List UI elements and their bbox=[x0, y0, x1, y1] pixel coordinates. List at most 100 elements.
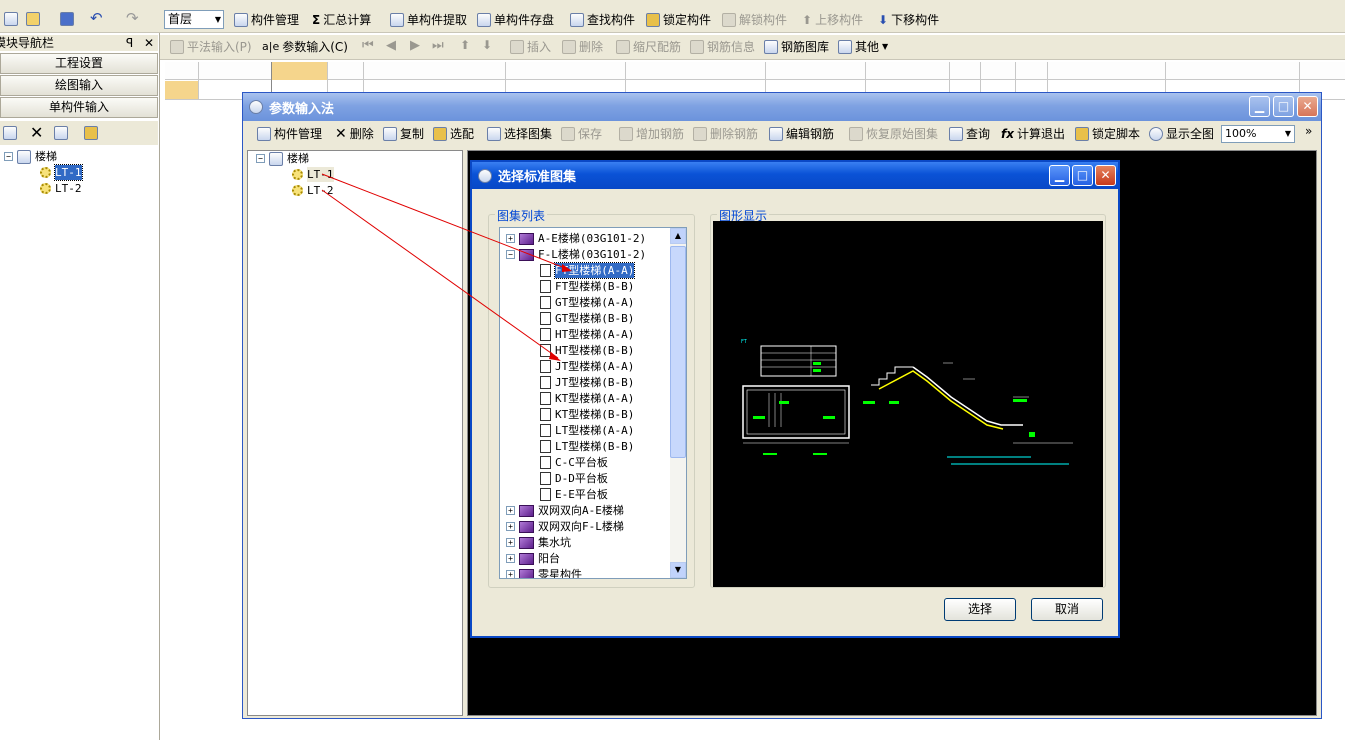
atlas-doc-item[interactable]: KT型楼梯(A-A) bbox=[540, 391, 634, 406]
new-file-icon[interactable] bbox=[4, 12, 18, 26]
close-button[interactable]: ✕ bbox=[1297, 96, 1318, 117]
expand-icon[interactable]: + bbox=[506, 570, 515, 578]
pw-component-mgmt-button[interactable]: 构件管理 bbox=[257, 125, 322, 143]
atlas-folder-item[interactable]: + 双网双向F-L楼梯 bbox=[506, 519, 624, 534]
pw-pick-button[interactable]: 选配 bbox=[433, 125, 474, 143]
pw-tree-root[interactable]: − 楼梯 bbox=[256, 151, 309, 166]
param-window-titlebar[interactable]: 参数输入法 bbox=[243, 93, 1321, 121]
atlas-doc-item[interactable]: FT型楼梯(A-A) bbox=[540, 262, 636, 279]
atlas-doc-item[interactable]: HT型楼梯(A-A) bbox=[540, 327, 634, 342]
plan-input-button[interactable]: 平法输入(P) bbox=[170, 38, 252, 56]
project-settings-button[interactable]: 工程设置 bbox=[0, 53, 158, 74]
expand-icon[interactable]: + bbox=[506, 554, 515, 563]
open-folder-icon[interactable] bbox=[26, 12, 40, 26]
pw-delete-button[interactable]: ✕ 删除 bbox=[335, 125, 374, 143]
rebar-lib-button[interactable]: 钢筋图库 bbox=[764, 38, 829, 56]
nav-delete-icon[interactable]: ✕ bbox=[30, 123, 43, 142]
atlas-doc-item[interactable]: LT型楼梯(A-A) bbox=[540, 423, 634, 438]
other-menu-button[interactable]: 其他 ▼ bbox=[838, 38, 888, 56]
first-record-icon[interactable]: ⏮ bbox=[362, 38, 374, 53]
pw-copy-button[interactable]: 复制 bbox=[383, 125, 424, 143]
atlas-doc-item[interactable]: GT型楼梯(A-A) bbox=[540, 295, 634, 310]
atlas-tree[interactable]: + A-E楼梯(03G101-2) − F-L楼梯(03G101-2) FT型楼梯(A-… bbox=[499, 227, 687, 579]
drawing-input-button[interactable]: 绘图输入 bbox=[0, 75, 158, 96]
pw-edit-rebar-button[interactable]: 编辑钢筋 bbox=[769, 125, 834, 143]
move-down-button[interactable]: ⬇ 下移构件 bbox=[878, 11, 939, 29]
atlas-folder-item[interactable]: + 双网双向A-E楼梯 bbox=[506, 503, 624, 518]
scroll-down-icon[interactable]: ▼ bbox=[670, 562, 686, 578]
up-icon[interactable]: ⬆ bbox=[460, 38, 470, 52]
unlock-component-button[interactable]: 解锁构件 bbox=[722, 11, 787, 29]
rebar-info-button[interactable]: 钢筋信息 bbox=[690, 38, 755, 56]
undo-icon[interactable]: ↶ bbox=[90, 9, 103, 27]
atlas-doc-item[interactable]: JT型楼梯(B-B) bbox=[540, 375, 634, 390]
atlas-doc-item[interactable]: FT型楼梯(B-B) bbox=[540, 279, 634, 294]
dialog-close-button[interactable]: ✕ bbox=[1095, 165, 1116, 186]
atlas-doc-item[interactable]: GT型楼梯(B-B) bbox=[540, 311, 634, 326]
cancel-button[interactable]: 取消 bbox=[1031, 598, 1103, 621]
atlas-folder-item[interactable]: + 集水坑 bbox=[506, 535, 571, 550]
pw-lock-script-button[interactable]: 锁定脚本 bbox=[1075, 125, 1140, 143]
pw-calc-exit-button[interactable]: fx 计算退出 bbox=[1001, 125, 1065, 143]
nav-tree-root[interactable]: − 楼梯 bbox=[4, 149, 57, 164]
atlas-folder-item[interactable]: + 阳台 bbox=[506, 551, 560, 566]
pw-tree-item[interactable]: LT-2 bbox=[292, 183, 334, 198]
next-record-icon[interactable]: ▶ bbox=[410, 38, 420, 53]
component-mgmt-button[interactable]: 构件管理 bbox=[234, 11, 299, 29]
lock-component-button[interactable]: 锁定构件 bbox=[646, 11, 711, 29]
pw-del-rebar-button[interactable]: 删除钢筋 bbox=[693, 125, 758, 143]
atlas-folder-item[interactable]: + 零星构件 bbox=[506, 567, 582, 578]
move-up-button[interactable]: ⬆ 上移构件 bbox=[802, 11, 863, 29]
zoom-select[interactable]: 100% ▼ bbox=[1221, 125, 1295, 143]
pw-query-button[interactable]: 查询 bbox=[949, 125, 990, 143]
pw-restore-button[interactable]: 恢复原始图集 bbox=[849, 125, 938, 143]
nav-tree-item[interactable]: LT-1 bbox=[40, 164, 83, 181]
nav-paste-icon[interactable] bbox=[84, 126, 98, 140]
down-icon[interactable]: ⬇ bbox=[482, 38, 492, 52]
dialog-titlebar[interactable]: 选择标准图集 bbox=[472, 162, 1118, 189]
find-component-button[interactable]: 查找构件 bbox=[570, 11, 635, 29]
sum-calc-button[interactable]: Σ 汇总计算 bbox=[312, 11, 371, 29]
atlas-doc-item[interactable]: E-E平台板 bbox=[540, 487, 608, 502]
nav-copy-icon[interactable] bbox=[54, 126, 68, 140]
atlas-doc-item[interactable]: C-C平台板 bbox=[540, 455, 608, 470]
nav-close-icon[interactable]: ✕ bbox=[144, 35, 154, 51]
atlas-doc-item[interactable]: JT型楼梯(A-A) bbox=[540, 359, 634, 374]
expand-icon[interactable]: + bbox=[506, 234, 515, 243]
last-record-icon[interactable]: ⏭ bbox=[432, 38, 444, 53]
prev-record-icon[interactable]: ◀ bbox=[386, 38, 396, 53]
minimize-button[interactable]: ▁ bbox=[1249, 96, 1270, 117]
maximize-button[interactable]: □ bbox=[1273, 96, 1294, 117]
insert-button[interactable]: 插入 bbox=[510, 38, 551, 56]
dialog-minimize-button[interactable]: ▁ bbox=[1049, 165, 1070, 186]
nav-manage-icon[interactable] bbox=[3, 126, 17, 140]
pw-save-button[interactable]: 保存 bbox=[561, 125, 602, 143]
pw-tree-item[interactable]: LT-1 bbox=[292, 167, 334, 182]
atlas-folder-item[interactable]: + A-E楼梯(03G101-2) bbox=[506, 231, 646, 246]
collapse-icon[interactable]: − bbox=[4, 152, 13, 161]
expand-icon[interactable]: + bbox=[506, 522, 515, 531]
pw-add-rebar-button[interactable]: 增加钢筋 bbox=[619, 125, 684, 143]
atlas-doc-item[interactable]: KT型楼梯(B-B) bbox=[540, 407, 634, 422]
scroll-up-icon[interactable]: ▲ bbox=[670, 228, 686, 244]
select-button[interactable]: 选择 bbox=[944, 598, 1016, 621]
atlas-doc-item[interactable]: LT型楼梯(B-B) bbox=[540, 439, 634, 454]
pin-icon[interactable]: ꟼ bbox=[126, 35, 133, 51]
scale-rebar-button[interactable]: 缩尺配筋 bbox=[616, 38, 681, 56]
redo-icon[interactable]: ↷ bbox=[126, 9, 139, 27]
atlas-scrollbar[interactable]: ▲ ▼ bbox=[670, 228, 686, 578]
delete-row-button[interactable]: 删除 bbox=[562, 38, 603, 56]
single-extract-button[interactable]: 单构件提取 bbox=[390, 11, 467, 29]
pw-select-atlas-button[interactable]: 选择图集 bbox=[487, 125, 552, 143]
collapse-icon[interactable]: − bbox=[256, 154, 265, 163]
floor-select[interactable]: 首层 ▼ bbox=[164, 10, 224, 29]
toolbar-overflow-icon[interactable]: » bbox=[1305, 124, 1312, 138]
collapse-icon[interactable]: − bbox=[506, 250, 515, 259]
atlas-doc-item[interactable]: D-D平台板 bbox=[540, 471, 608, 486]
atlas-folder-item[interactable]: − F-L楼梯(03G101-2) bbox=[506, 247, 646, 262]
scroll-thumb[interactable] bbox=[670, 246, 686, 458]
expand-icon[interactable]: + bbox=[506, 506, 515, 515]
expand-icon[interactable]: + bbox=[506, 538, 515, 547]
atlas-doc-item[interactable]: HT型楼梯(B-B) bbox=[540, 343, 634, 358]
param-input-button[interactable]: a|e 参数输入(C) bbox=[262, 38, 348, 56]
